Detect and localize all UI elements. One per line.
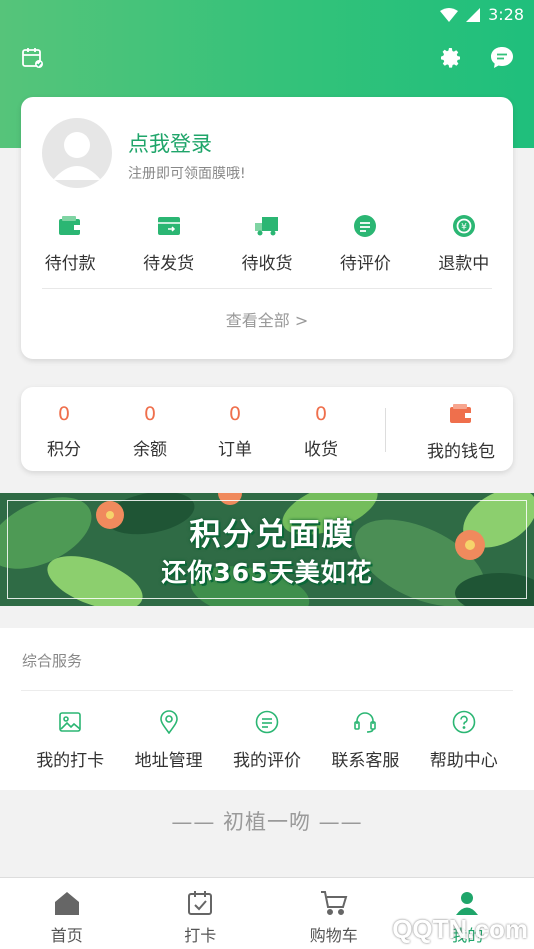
truck-icon (254, 213, 280, 239)
promo-banner[interactable]: 积分兑面膜 还你365天美如花 (0, 493, 534, 606)
stat-value: 0 (228, 403, 242, 425)
services-section: 综合服务 我的打卡 地址管理 我的评价 联系客服 帮助中心 (0, 628, 534, 790)
order-refunding[interactable]: ¥ 退款中 (415, 213, 513, 274)
stat-value: 0 (57, 403, 71, 425)
service-my-checkin[interactable]: 我的打卡 (21, 710, 119, 771)
tab-checkin[interactable]: 打卡 (134, 878, 268, 949)
stat-points[interactable]: 0 积分 (21, 403, 107, 460)
tab-label: 打卡 (184, 926, 217, 945)
service-help-center[interactable]: 帮助中心 (415, 710, 513, 771)
order-label: 待收货 (241, 254, 293, 274)
cart-icon (319, 888, 349, 918)
help-circle-icon (452, 710, 476, 734)
shipping-box-icon (156, 213, 182, 239)
banner-title: 积分兑面膜 (189, 517, 355, 553)
services-title: 综合服务 (22, 652, 83, 670)
calendar-check-icon (185, 888, 215, 918)
watermark-text: QQTN.com (392, 914, 528, 944)
order-label: 待发货 (143, 254, 195, 274)
order-status-row: 待付款 待发货 待收货 待评价 ¥ 退款中 (21, 213, 513, 274)
location-pin-icon (157, 710, 181, 734)
order-label: 待评价 (339, 254, 391, 274)
divider (42, 288, 492, 289)
view-all-orders-link[interactable]: 查看全部 > (21, 307, 513, 331)
status-time: 3:28 (488, 5, 524, 24)
signal-icon (466, 7, 481, 22)
avatar[interactable] (42, 118, 112, 188)
service-label: 联系客服 (331, 751, 400, 771)
login-subtitle: 注册即可领面膜哦! (128, 166, 246, 182)
login-card: 点我登录 注册即可领面膜哦! 待付款 待发货 待收货 待评价 ¥ 退款中 查看全… (21, 97, 513, 359)
home-icon (52, 888, 82, 918)
wallet-icon (57, 213, 83, 239)
stat-received[interactable]: 0 收货 (278, 403, 364, 460)
order-label: 待付款 (44, 254, 96, 274)
tab-cart[interactable]: 购物车 (267, 878, 401, 949)
stat-label: 收货 (304, 440, 338, 460)
settings-gear-icon[interactable] (437, 44, 465, 72)
order-label: 退款中 (438, 254, 490, 274)
vertical-divider (385, 408, 386, 452)
stat-label: 余额 (133, 440, 167, 460)
service-label: 地址管理 (134, 751, 203, 771)
stat-value: 0 (143, 403, 157, 425)
stat-label: 积分 (47, 440, 81, 460)
my-wallet-button[interactable]: 我的钱包 (421, 403, 501, 462)
wifi-icon (440, 7, 459, 22)
headset-icon (353, 710, 377, 734)
brand-slogan: —— 初植一吻 —— (171, 810, 363, 834)
stats-card: 0 积分 0 余额 0 订单 0 收货 我的钱包 (21, 387, 513, 471)
message-bubble-icon[interactable] (488, 44, 516, 72)
banner-subtitle: 还你365天美如花 (161, 558, 373, 587)
comment-lines-icon (255, 710, 279, 734)
stat-balance[interactable]: 0 余额 (107, 403, 193, 460)
wallet-icon (450, 404, 471, 423)
svg-text:¥: ¥ (461, 223, 467, 233)
service-label: 我的打卡 (36, 751, 105, 771)
order-pending-payment[interactable]: 待付款 (21, 213, 119, 274)
calendar-check-icon[interactable] (18, 44, 46, 72)
services-row: 我的打卡 地址管理 我的评价 联系客服 帮助中心 (21, 710, 513, 771)
status-icons: 3:28 (440, 5, 524, 24)
login-title[interactable]: 点我登录 (128, 128, 212, 158)
stat-value: 0 (314, 403, 328, 425)
service-address[interactable]: 地址管理 (119, 710, 217, 771)
image-icon (58, 710, 82, 734)
order-pending-review[interactable]: 待评价 (316, 213, 414, 274)
status-bar: 3:28 (0, 0, 534, 30)
stat-orders[interactable]: 0 订单 (192, 403, 278, 460)
stat-label: 订单 (218, 440, 252, 460)
tab-home[interactable]: 首页 (0, 878, 134, 949)
comment-icon (352, 213, 378, 239)
tab-label: 购物车 (309, 926, 358, 945)
order-pending-shipment[interactable]: 待发货 (119, 213, 217, 274)
tab-label: 首页 (50, 926, 83, 945)
service-label: 帮助中心 (429, 751, 498, 771)
divider (21, 690, 513, 691)
wallet-label: 我的钱包 (427, 442, 495, 462)
refund-icon: ¥ (451, 213, 477, 239)
order-pending-receipt[interactable]: 待收货 (218, 213, 316, 274)
service-my-reviews[interactable]: 我的评价 (218, 710, 316, 771)
service-customer-support[interactable]: 联系客服 (316, 710, 414, 771)
service-label: 我的评价 (232, 751, 301, 771)
